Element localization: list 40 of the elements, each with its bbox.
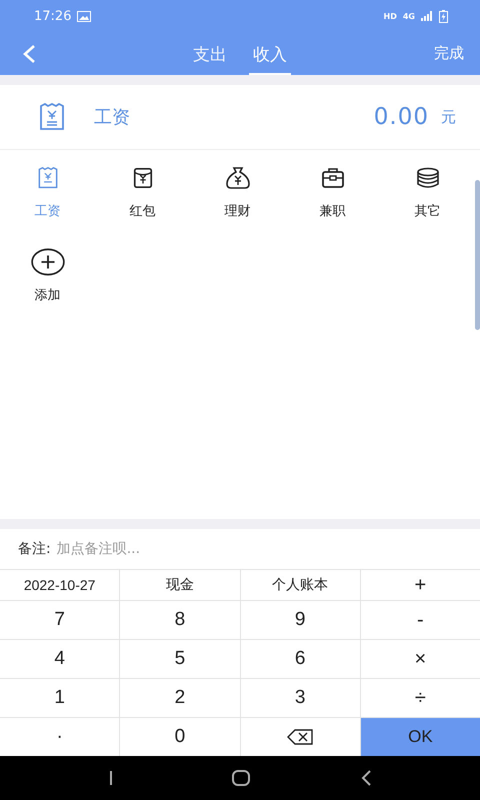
status-time: 17:26: [34, 8, 72, 24]
option-button[interactable]: 个人账本: [240, 570, 360, 600]
hd-indicator: HD: [384, 12, 397, 20]
option-button[interactable]: 2022-10-27: [0, 570, 120, 600]
image-icon: [77, 10, 92, 22]
keypad-key[interactable]: 8: [120, 601, 240, 639]
keypad-key[interactable]: 6: [240, 640, 360, 678]
amount-value: 0.00: [374, 104, 429, 130]
ok-button[interactable]: OK: [360, 718, 480, 756]
category-item[interactable]: 理财: [190, 164, 285, 248]
keypad-key[interactable]: 3: [240, 679, 360, 717]
keypad-key[interactable]: ×: [360, 640, 480, 678]
category-item[interactable]: 红包: [95, 164, 190, 248]
category-item[interactable]: 添加: [0, 248, 95, 332]
option-button[interactable]: 现金: [120, 570, 240, 600]
add-icon: [30, 248, 66, 276]
keypad-key[interactable]: 4: [0, 640, 120, 678]
network-type: 4G: [402, 12, 415, 20]
backspace-icon: [287, 729, 314, 745]
keypad-key[interactable]: 0: [120, 718, 240, 756]
keypad-key[interactable]: ÷: [360, 679, 480, 717]
keypad-key[interactable]: ·: [0, 718, 120, 756]
currency-unit: 元: [441, 108, 456, 126]
keypad-key[interactable]: 2: [120, 679, 240, 717]
selected-category: 工资: [94, 106, 130, 129]
backspace-button[interactable]: [240, 718, 360, 756]
keypad-key[interactable]: 7: [0, 601, 120, 639]
money-bag-icon: [224, 164, 250, 192]
category-item[interactable]: 其它: [380, 164, 475, 248]
keypad-key[interactable]: -: [360, 601, 480, 639]
battery-icon: [439, 10, 448, 22]
keypad-key[interactable]: +: [360, 570, 480, 600]
keypad-key[interactable]: 1: [0, 679, 120, 717]
category-item[interactable]: 兼职: [285, 164, 380, 248]
note-label: 备注:: [18, 540, 51, 558]
receipt-icon: [38, 103, 66, 131]
keypad-key[interactable]: 5: [120, 640, 240, 678]
home-icon[interactable]: [232, 770, 250, 786]
signal-icon: [421, 11, 433, 21]
keypad-key[interactable]: 9: [240, 601, 360, 639]
